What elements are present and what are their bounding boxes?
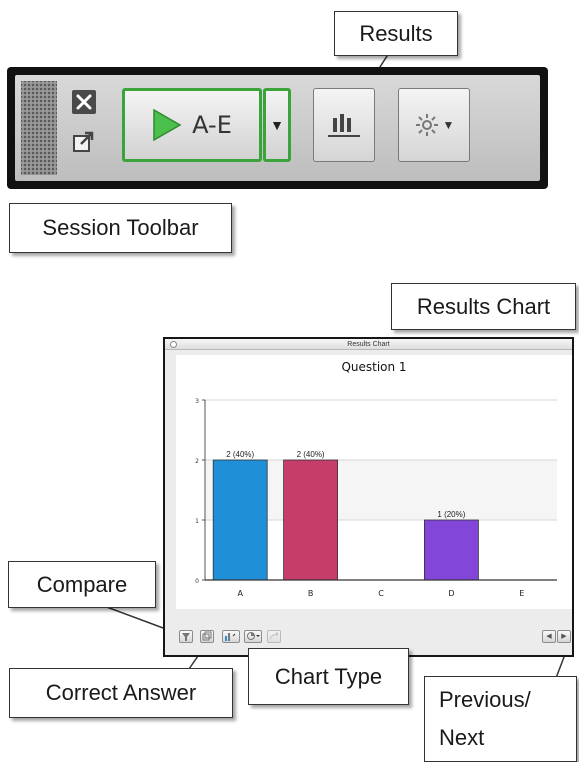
compare-icon[interactable] xyxy=(200,630,214,643)
y-tick-label: 0 xyxy=(195,578,199,585)
x-tick-label: E xyxy=(519,589,524,598)
bar-data-label: 2 (40%) xyxy=(297,450,325,459)
start-polling-button[interactable]: A-E xyxy=(122,88,262,162)
chart-panel: Question 1 01232 (40%) A 2 (40%) B C 1 (20%) D… xyxy=(176,355,572,609)
dropdown-arrow-icon[interactable]: ▼ xyxy=(263,88,291,162)
results-bar-chart: 0 1 2 3 2 (40%) A 2 (40%) B C 1 (20%) D E xyxy=(195,398,557,598)
callout-compare: Compare xyxy=(8,561,156,608)
chart-bar xyxy=(423,519,479,581)
callout-results-chart: Results Chart xyxy=(391,283,576,330)
callout-session-toolbar: Session Toolbar xyxy=(9,203,232,253)
chevron-down-icon: ▼ xyxy=(442,118,455,132)
chart-type-icon[interactable] xyxy=(244,630,262,643)
x-tick-label: A xyxy=(237,589,243,598)
results-chart-body: Results Chart Question 1 01232 (40%) A 2 (… xyxy=(165,339,572,655)
session-toolbar: A-E ▼ ▼ xyxy=(7,67,548,189)
toolbar-body: A-E ▼ ▼ xyxy=(15,75,540,181)
x-tick-label: C xyxy=(378,589,384,598)
bar-data-label: 2 (40%) xyxy=(226,450,254,459)
chart-bar xyxy=(283,459,338,581)
bar-data-label: 1 (20%) xyxy=(437,510,465,519)
correct-answer-icon[interactable] xyxy=(222,630,240,643)
y-tick-label: 1 xyxy=(195,518,199,525)
bar-chart-icon xyxy=(328,114,360,137)
results-button[interactable] xyxy=(313,88,375,162)
x-tick-label: D xyxy=(448,589,454,598)
callout-previous-next: Previous/ Next xyxy=(424,676,577,762)
close-x-icon[interactable] xyxy=(72,90,96,114)
window-close-icon[interactable] xyxy=(170,341,177,348)
callout-results: Results xyxy=(334,11,458,56)
chart-bar xyxy=(212,459,268,581)
previous-icon[interactable]: ◀ xyxy=(542,630,556,643)
settings-button[interactable]: ▼ xyxy=(398,88,470,162)
x-tick-label: B xyxy=(308,589,314,598)
filter-icon[interactable] xyxy=(179,630,193,643)
play-triangle-icon xyxy=(153,108,182,142)
window-title: Results Chart xyxy=(347,341,390,348)
share-icon[interactable] xyxy=(267,630,281,643)
drag-grip-handle[interactable] xyxy=(21,81,57,175)
y-tick-label: 2 xyxy=(195,458,199,465)
callout-chart-type: Chart Type xyxy=(248,648,409,705)
gear-icon xyxy=(415,114,438,136)
y-tick-label: 3 xyxy=(195,398,199,405)
next-icon[interactable]: ▶ xyxy=(557,630,571,643)
results-chart-window: Results Chart Question 1 01232 (40%) A 2 (… xyxy=(163,337,574,657)
popout-icon[interactable] xyxy=(72,130,96,154)
start-button-label: A-E xyxy=(192,111,232,139)
window-titlebar: Results Chart xyxy=(165,339,572,350)
callout-correct-answer: Correct Answer xyxy=(9,668,233,718)
callout-previous-next-text: Previous/ Next xyxy=(439,687,531,750)
